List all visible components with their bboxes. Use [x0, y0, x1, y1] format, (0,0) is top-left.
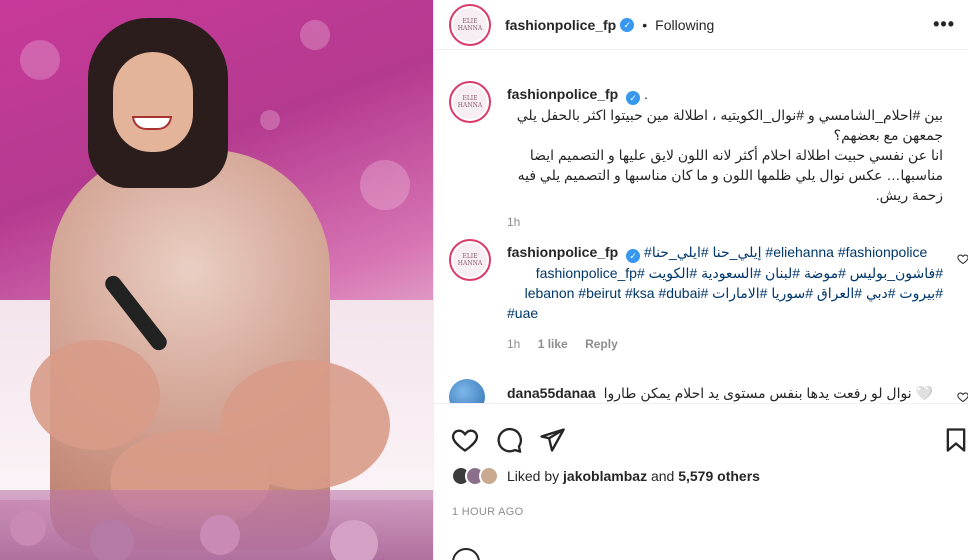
bokeh-light — [260, 110, 280, 130]
comment-meta: 1h 1 like Reply — [507, 337, 943, 351]
post-photo[interactable] — [0, 0, 433, 560]
flower — [10, 510, 46, 546]
post-header: ELIE HANNA fashionpolice_fp ✓ • Followin… — [434, 0, 968, 50]
hashtags-line-4[interactable]: #uae — [507, 303, 943, 323]
save-bookmark-icon[interactable] — [942, 426, 968, 454]
comment-text: fashionpolice_fp ✓ #إيلي_حنا #ايلي_حنا #… — [507, 242, 943, 323]
comment-bubble-icon[interactable] — [495, 426, 523, 454]
comment-like-heart-icon[interactable] — [957, 253, 968, 265]
hashtags-line-3[interactable]: #بيروت #دبي #العراق #سوريا #الامارات #le… — [507, 283, 943, 303]
caption: ELIE HANNA fashionpolice_fp ✓ . بين #احل… — [449, 81, 968, 229]
hashtags-line-1[interactable]: #إيلي_حنا #ايلي_حنا #eliehanna #fashionp… — [644, 244, 927, 260]
avatar-logo: ELIE HANNA — [453, 243, 487, 277]
liked-by-others[interactable]: 5,579 others — [678, 468, 760, 484]
author-username[interactable]: fashionpolice_fp — [505, 17, 616, 33]
liker-avatar[interactable] — [479, 466, 499, 486]
comment-message: نوال لو رفعت يدها بنفس مستوى يد احلام يم… — [603, 385, 933, 401]
liked-by-text: Liked by jakoblambaz and 5,579 others — [507, 468, 760, 484]
face — [113, 52, 193, 152]
flower — [90, 520, 134, 560]
liked-by-prefix: Liked by — [507, 468, 560, 484]
separator-dot: • — [642, 16, 648, 33]
flower — [330, 520, 378, 560]
share-paper-plane-icon[interactable] — [538, 426, 566, 454]
bokeh-light — [20, 40, 60, 80]
comment-like-heart-icon[interactable] — [957, 391, 968, 403]
comment-text: dana55danaa نوال لو رفعت يدها بنفس مستوى… — [507, 383, 943, 403]
feather-trim — [30, 340, 160, 450]
caption-dot: . — [644, 86, 648, 102]
verified-badge-icon: ✓ — [626, 91, 641, 105]
verified-badge-icon: ✓ — [620, 17, 635, 32]
caption-line-2: انا عن نفسي حبيت اطلالة احلام أكثر لانه … — [517, 147, 943, 203]
comment-username[interactable]: dana55danaa — [507, 385, 596, 401]
caption-text: fashionpolice_fp ✓ . بين #احلام_الشامسي … — [507, 84, 943, 205]
post-timestamp: 1 HOUR AGO — [452, 506, 524, 518]
author-avatar[interactable]: ELIE HANNA — [449, 3, 491, 46]
caption-author-avatar[interactable]: ELIE HANNA — [449, 81, 491, 123]
liked-by-and: and — [650, 468, 675, 484]
caption-time: 1h — [507, 215, 521, 229]
instagram-post-view: ELIE HANNA fashionpolice_fp ✓ • Followin… — [0, 0, 968, 560]
reply-button[interactable]: Reply — [585, 337, 618, 351]
more-options-icon[interactable]: ••• — [933, 14, 955, 35]
header-info: fashionpolice_fp ✓ • Following — [505, 17, 714, 33]
comment-body: dana55danaa نوال لو رفعت يدها بنفس مستوى… — [507, 383, 943, 403]
like-heart-icon[interactable] — [451, 426, 479, 454]
comment-hashtags: ELIE HANNA fashionpolice_fp ✓ #إيلي_حنا … — [449, 239, 968, 359]
avatar-logo: ELIE HANNA — [453, 7, 487, 42]
comments-scroll-area[interactable]: ELIE HANNA fashionpolice_fp ✓ . بين #احل… — [434, 51, 968, 403]
comment-like-count[interactable]: 1 like — [538, 337, 568, 351]
caption-username[interactable]: fashionpolice_fp — [507, 86, 618, 102]
commenter-avatar[interactable] — [449, 379, 485, 403]
comment-body: fashionpolice_fp ✓ #إيلي_حنا #ايلي_حنا #… — [507, 242, 943, 351]
comment-dana: dana55danaa نوال لو رفعت يدها بنفس مستوى… — [449, 379, 968, 403]
bokeh-light — [360, 160, 410, 210]
caption-body: fashionpolice_fp ✓ . بين #احلام_الشامسي … — [507, 81, 943, 229]
liked-by-row: Liked by jakoblambaz and 5,579 others — [451, 466, 760, 486]
comment-time: 1h — [507, 337, 521, 351]
following-button[interactable]: Following — [655, 17, 714, 33]
caption-line-1: بين #احلام_الشامسي و #نوال_الكويتيه ، اط… — [516, 107, 943, 143]
avatar-logo: ELIE HANNA — [453, 85, 487, 119]
bokeh-light — [300, 20, 330, 50]
verified-badge-icon: ✓ — [626, 249, 641, 263]
hashtags-line-2[interactable]: #فاشون_بوليس #موضة #لبنان #السعودية #الك… — [507, 263, 943, 283]
liked-by-user[interactable]: jakoblambaz — [563, 468, 647, 484]
caption-meta: 1h — [507, 215, 943, 229]
flower — [200, 515, 240, 555]
post-sidebar: ELIE HANNA fashionpolice_fp ✓ • Followin… — [433, 0, 968, 560]
comment-author-avatar[interactable]: ELIE HANNA — [449, 239, 491, 281]
comment-username[interactable]: fashionpolice_fp — [507, 244, 618, 260]
